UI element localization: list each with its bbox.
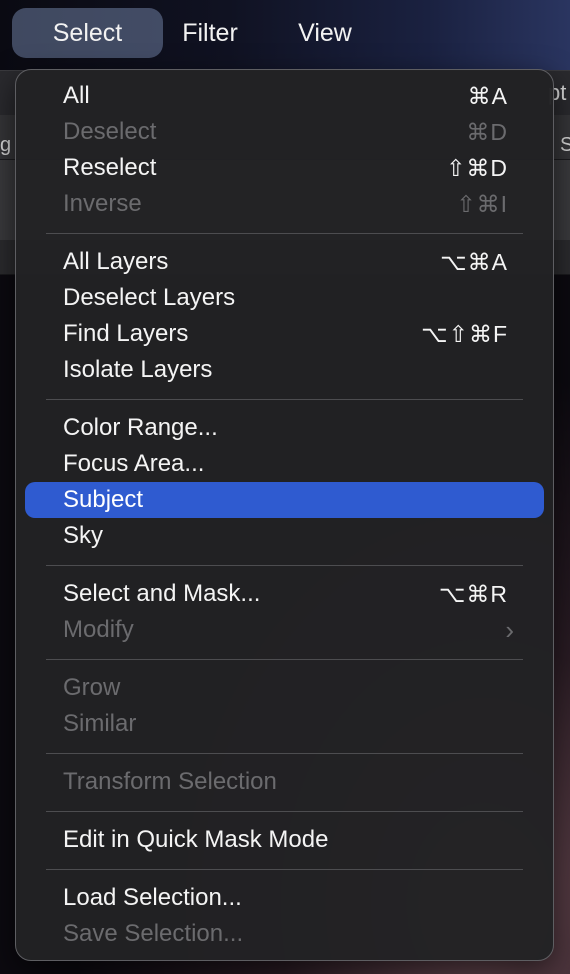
menu-item-find-layers[interactable]: Find Layers ⌥⇧⌘F (25, 316, 544, 352)
menu-item-select-and-mask[interactable]: Select and Mask... ⌥⌘R (25, 576, 544, 612)
menu-item-label: Edit in Quick Mask Mode (63, 826, 329, 853)
menu-item-reselect[interactable]: Reselect ⇧⌘D (25, 150, 544, 186)
menu-item-label: Load Selection... (63, 884, 242, 911)
menu-separator (46, 659, 523, 660)
menu-separator (46, 753, 523, 754)
menu-item-label: Save Selection... (63, 920, 244, 947)
menu-item-sky[interactable]: Sky (25, 518, 544, 554)
menu-separator (46, 399, 523, 400)
menu-item-label: Modify (63, 616, 134, 643)
menu-item-label: Color Range... (63, 414, 218, 441)
menu-item-inverse: Inverse ⇧⌘I (25, 186, 544, 222)
menu-bar-item-select[interactable]: Select (12, 8, 163, 58)
menu-item-shortcut: ⇧⌘I (456, 191, 508, 217)
menu-item-deselect: Deselect ⌘D (25, 114, 544, 150)
menu-separator (46, 869, 523, 870)
select-dropdown-menu: All ⌘A Deselect ⌘D Reselect ⇧⌘D Inverse … (15, 69, 554, 961)
menu-bar-item-view[interactable]: View (286, 8, 364, 58)
menu-item-modify: Modify › (25, 612, 544, 648)
menu-item-label: Transform Selection (63, 768, 277, 795)
menu-item-label: Focus Area... (63, 450, 205, 477)
menu-item-label: Reselect (63, 154, 157, 181)
menu-item-label: All Layers (63, 248, 169, 275)
menu-item-label: All (63, 82, 90, 109)
menu-item-label: Grow (63, 674, 121, 701)
chevron-right-icon: › (505, 615, 514, 645)
menu-item-shortcut: ⌘D (466, 119, 508, 145)
menu-item-isolate-layers[interactable]: Isolate Layers (25, 352, 544, 388)
background-text-fragment: S (560, 134, 570, 156)
menu-item-deselect-layers[interactable]: Deselect Layers (25, 280, 544, 316)
menu-item-label: Find Layers (63, 320, 189, 347)
menu-item-label: Deselect Layers (63, 284, 236, 311)
menu-separator (46, 233, 523, 234)
menu-item-label: Isolate Layers (63, 356, 213, 383)
menu-item-save-selection: Save Selection... (25, 916, 544, 952)
menu-item-label: Deselect (63, 118, 157, 145)
menu-item-color-range[interactable]: Color Range... (25, 410, 544, 446)
menu-bar-item-filter[interactable]: Filter (170, 8, 250, 58)
menu-item-label: Similar (63, 710, 137, 737)
menu-item-label: Subject (63, 486, 144, 513)
menu-separator (46, 565, 523, 566)
menu-bar: Select Filter View (0, 0, 570, 66)
menu-separator (46, 811, 523, 812)
menu-item-subject[interactable]: Subject (25, 482, 544, 518)
menu-item-edit-in-quick-mask-mode[interactable]: Edit in Quick Mask Mode (25, 822, 544, 858)
menu-item-label: Select and Mask... (63, 580, 261, 607)
menu-item-shortcut: ⇧⌘D (446, 155, 508, 181)
menu-item-label: Inverse (63, 190, 142, 217)
menu-item-all[interactable]: All ⌘A (25, 78, 544, 114)
menu-item-all-layers[interactable]: All Layers ⌥⌘A (25, 244, 544, 280)
menu-item-grow: Grow (25, 670, 544, 706)
menu-item-focus-area[interactable]: Focus Area... (25, 446, 544, 482)
menu-item-shortcut: ⌘A (467, 83, 508, 109)
menu-item-shortcut: ⌥⇧⌘F (421, 321, 508, 347)
menu-item-load-selection[interactable]: Load Selection... (25, 880, 544, 916)
menu-item-transform-selection: Transform Selection (25, 764, 544, 800)
menu-item-label: Sky (63, 522, 104, 549)
menu-item-shortcut: ⌥⌘R (438, 581, 508, 607)
menu-item-shortcut: ⌥⌘A (440, 249, 508, 275)
background-text-fragment: g (0, 134, 12, 156)
menu-item-similar: Similar (25, 706, 544, 742)
